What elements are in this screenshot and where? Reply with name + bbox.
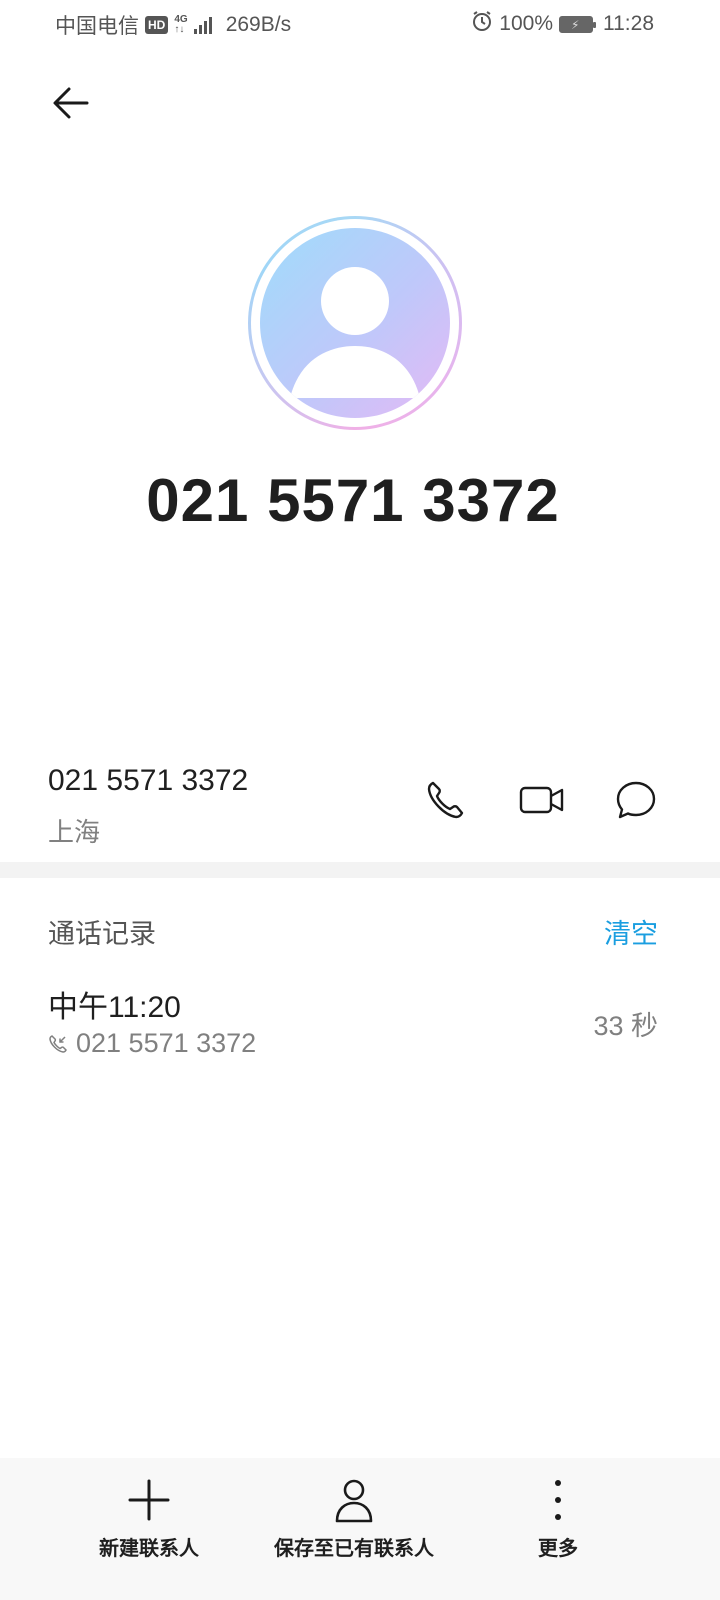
signal-icon bbox=[193, 16, 212, 34]
phone-icon bbox=[427, 781, 464, 819]
contact-number-heading: 021 5571 3372 bbox=[146, 467, 560, 534]
number-row[interactable]: 021 5571 3372 上海 bbox=[0, 750, 720, 860]
call-time: 中午11:20 bbox=[48, 991, 181, 1024]
person-icon bbox=[260, 228, 450, 418]
incoming-call-icon bbox=[49, 1034, 67, 1053]
bottom-action-bar: 新建联系人 保存至已有联系人 更多 bbox=[0, 1458, 720, 1600]
call-log-sub: 021 5571 3372 bbox=[48, 1028, 256, 1059]
more-label: 更多 bbox=[538, 1538, 578, 1560]
battery-icon: ⚡ bbox=[559, 15, 596, 33]
call-log-title: 通话记录 bbox=[48, 919, 156, 949]
clock: 11:28 bbox=[603, 12, 654, 35]
carrier-name: 中国电信 bbox=[55, 15, 139, 38]
alarm-icon bbox=[471, 10, 493, 38]
more-vertical-icon bbox=[534, 1476, 582, 1524]
status-left: 中国电信 HD 4G ↑↓ 269B/s bbox=[55, 10, 291, 40]
back-button[interactable] bbox=[48, 80, 94, 126]
video-camera-icon bbox=[519, 786, 564, 814]
status-right: 100% ⚡ 11:28 bbox=[471, 10, 654, 38]
back-arrow-icon bbox=[53, 87, 89, 119]
contact-avatar bbox=[248, 216, 462, 430]
status-bar: 中国电信 HD 4G ↑↓ 269B/s 100% ⚡ 11:28 bbox=[0, 0, 720, 50]
section-divider bbox=[0, 862, 720, 878]
clear-log-button[interactable]: 清空 bbox=[604, 912, 658, 951]
chat-bubble-icon bbox=[616, 781, 656, 819]
save-to-existing-button[interactable]: 保存至已有联系人 bbox=[272, 1476, 436, 1561]
new-contact-button[interactable]: 新建联系人 bbox=[99, 1476, 199, 1561]
new-contact-label: 新建联系人 bbox=[99, 1538, 199, 1560]
plus-icon bbox=[125, 1476, 173, 1524]
network-activity-label: ↑↓ bbox=[174, 24, 185, 35]
call-number: 021 5571 3372 bbox=[76, 1028, 257, 1058]
save-to-existing-label: 保存至已有联系人 bbox=[274, 1538, 434, 1560]
more-button[interactable]: 更多 bbox=[528, 1476, 588, 1561]
battery-percent: 100% bbox=[499, 12, 553, 35]
call-button[interactable] bbox=[420, 774, 472, 826]
call-log-item[interactable]: 中午11:20 021 5571 3372 33 秒 bbox=[0, 970, 720, 1070]
call-duration: 33 秒 bbox=[593, 1011, 658, 1041]
person-outline-icon bbox=[330, 1476, 378, 1524]
network-type-icon: 4G ↑↓ bbox=[174, 15, 187, 35]
hd-icon: HD bbox=[145, 16, 169, 34]
message-button[interactable] bbox=[610, 774, 662, 826]
network-speed: 269B/s bbox=[225, 13, 292, 36]
number-location: 上海 bbox=[48, 817, 101, 847]
video-call-button[interactable] bbox=[516, 774, 568, 826]
phone-number: 021 5571 3372 bbox=[48, 764, 249, 797]
